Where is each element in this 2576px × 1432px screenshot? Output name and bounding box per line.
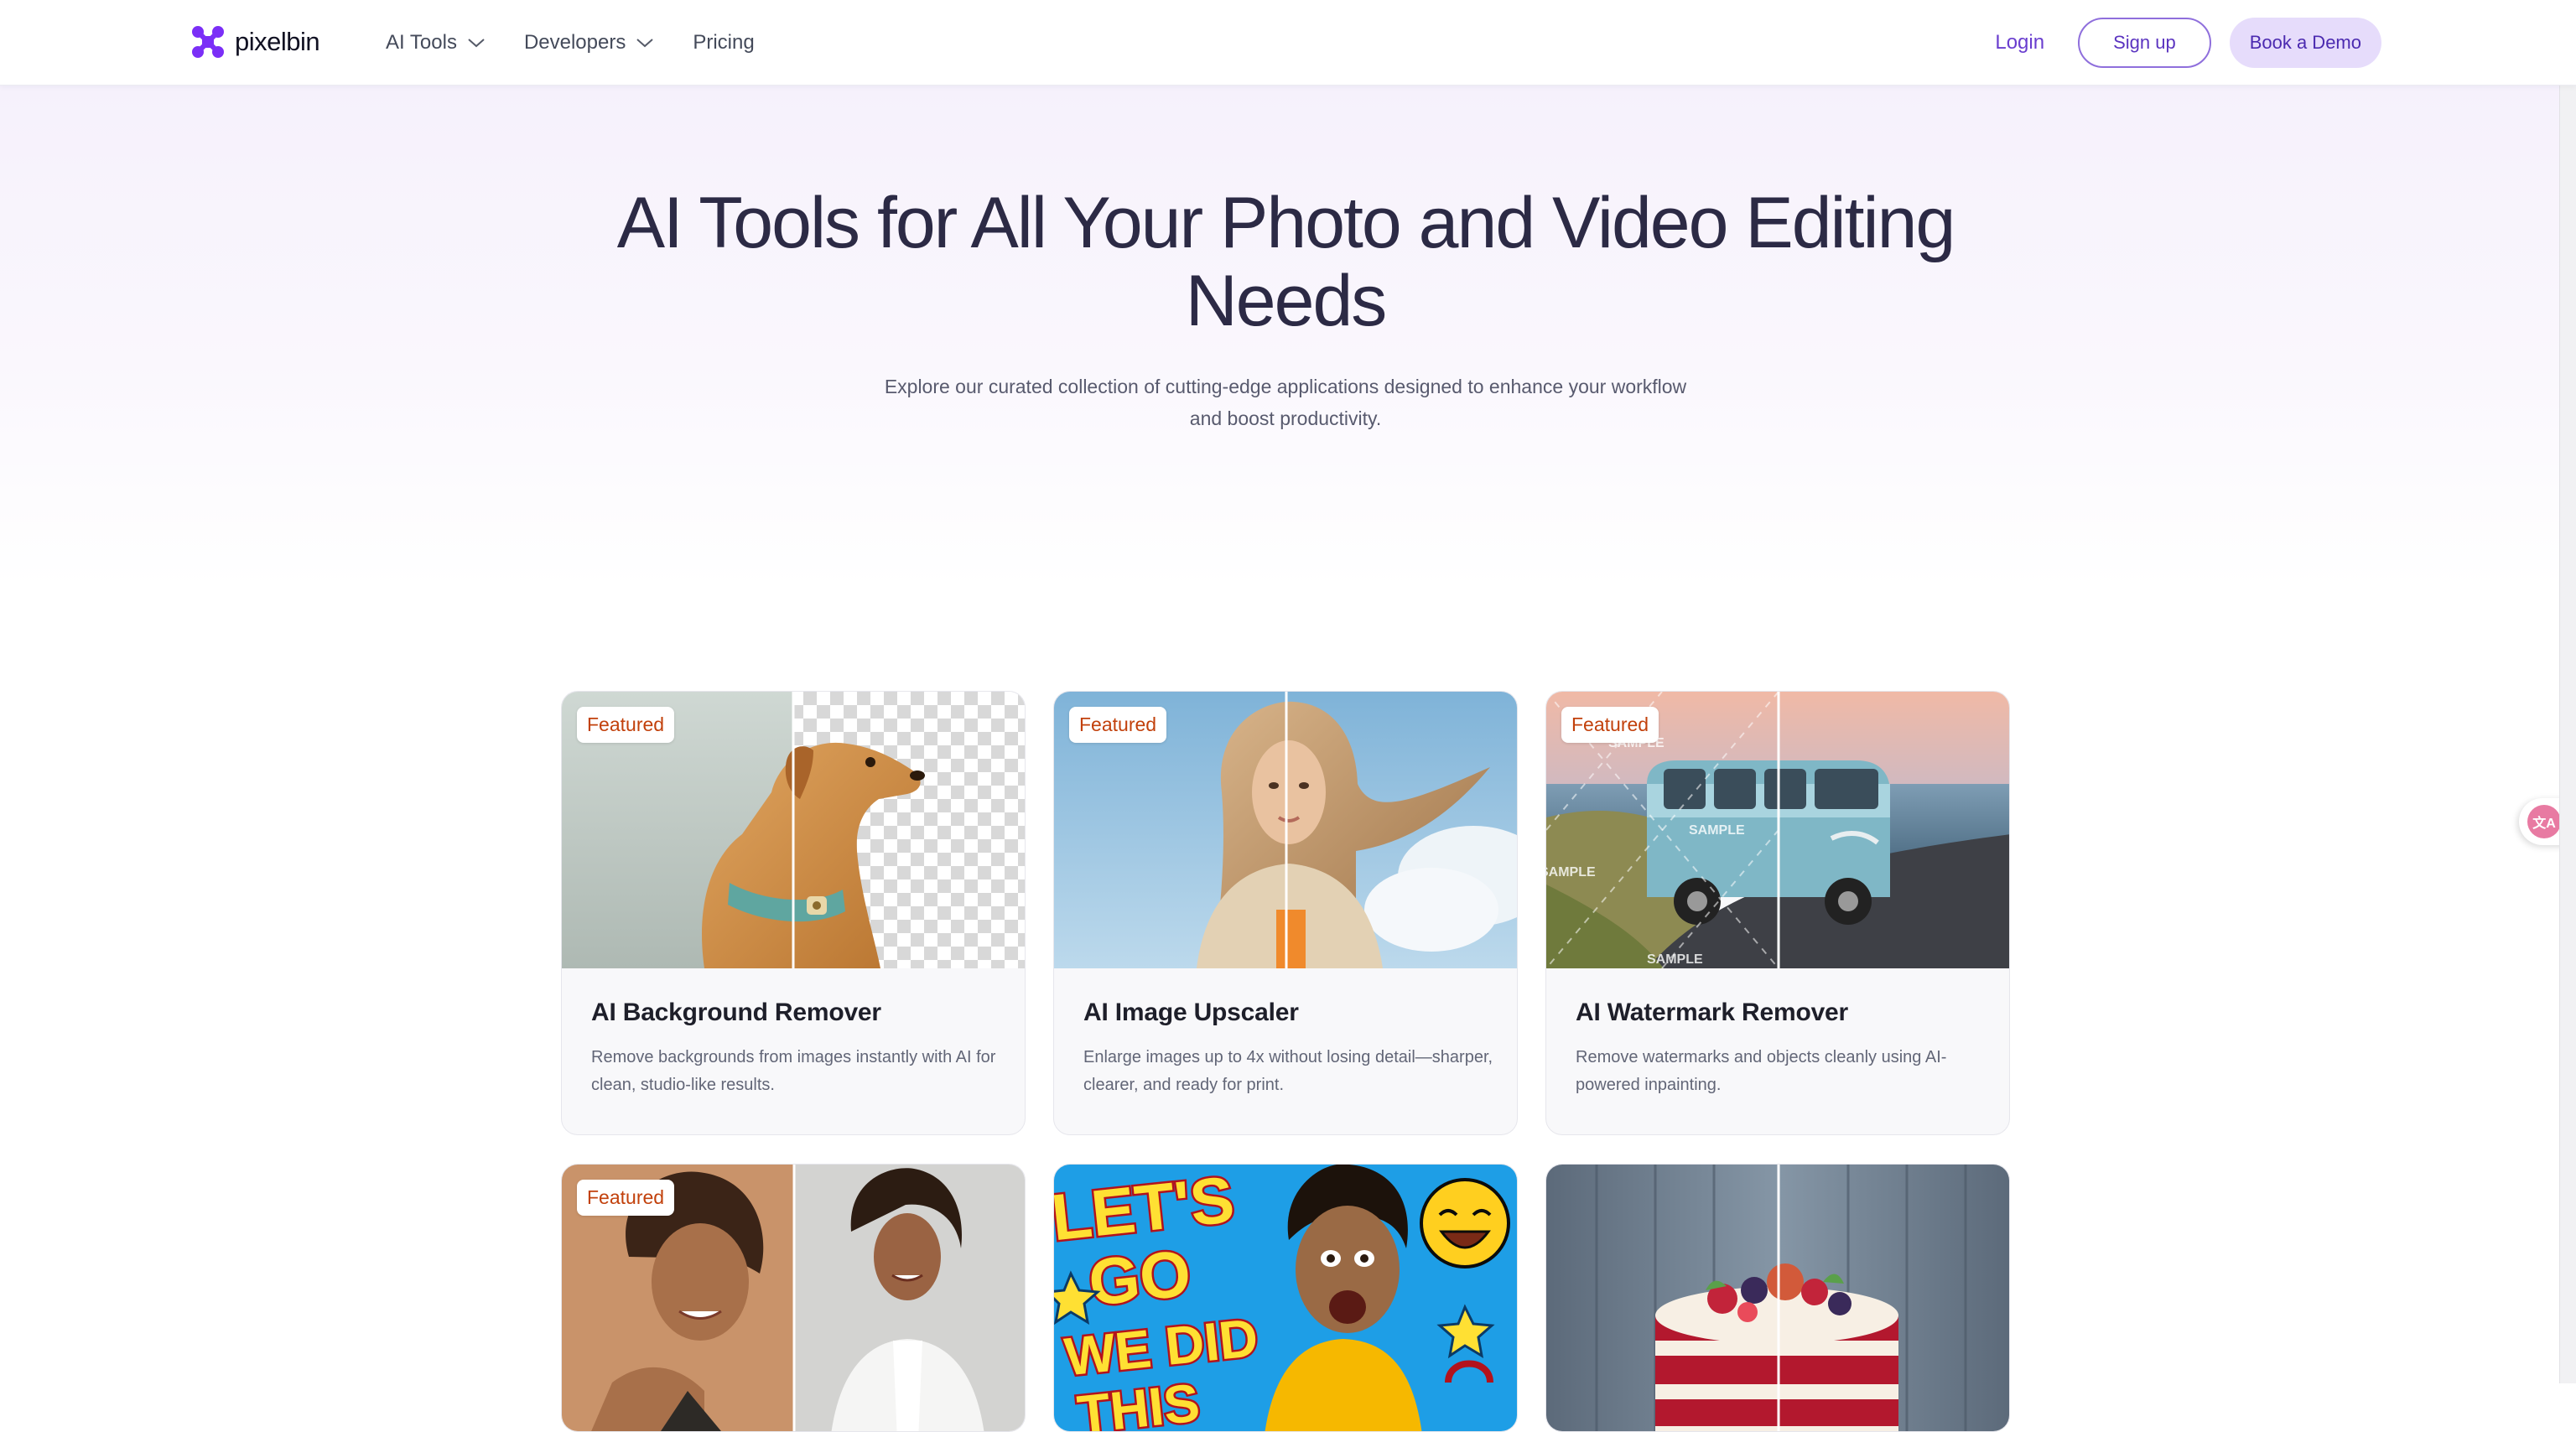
- page-subtitle: Explore our curated collection of cuttin…: [852, 371, 1719, 434]
- book-demo-button[interactable]: Book a Demo: [2229, 18, 2381, 68]
- thumbnail-text: GO: [1085, 1236, 1194, 1320]
- portrait-preview-image: Featured: [562, 1165, 1025, 1431]
- nav-developers-label: Developers: [523, 31, 626, 54]
- thumbnail-preview-image: LET'S GO WE DID THIS: [1054, 1165, 1517, 1431]
- page-subtitle-line-2: and boost productivity.: [1189, 407, 1382, 429]
- logo[interactable]: pixelbin: [191, 25, 320, 59]
- featured-badge: Featured: [577, 1180, 675, 1216]
- nav-pricing-label: Pricing: [693, 31, 755, 54]
- translate-icon: 文A: [2527, 805, 2561, 838]
- nav-developers[interactable]: Developers: [524, 31, 654, 54]
- hero-section: AI Tools for All Your Photo and Video Ed…: [0, 86, 2576, 589]
- chevron-down-icon: [636, 39, 654, 48]
- login-link[interactable]: Login: [1980, 31, 2059, 54]
- card-description: Remove backgrounds from images instantly…: [591, 1048, 996, 1094]
- featured-badge: Featured: [577, 707, 675, 743]
- page-title-line-2: Needs: [1185, 261, 1388, 341]
- card-title: AI Image Upscaler: [1083, 999, 1299, 1026]
- nav-ai-tools-label: AI Tools: [386, 31, 457, 54]
- page-title-line-1: AI Tools for All Your Photo and Video Ed…: [616, 183, 1956, 263]
- pixelbin-logo-icon: [192, 26, 224, 58]
- card-description: Enlarge images up to 4x without losing d…: [1083, 1048, 1493, 1094]
- tool-card-image-upscaler[interactable]: Featured AI Image Upscaler Enlarge image…: [1053, 691, 1518, 1135]
- featured-badge: Featured: [1069, 707, 1167, 743]
- tool-card-food[interactable]: [1545, 1164, 2010, 1432]
- site-header: pixelbin AI Tools Developers Pricing Log…: [0, 0, 2576, 86]
- image-upscaler-preview-image: Featured: [1054, 692, 1517, 968]
- food-preview-image: [1546, 1165, 2009, 1431]
- tool-card-watermark-remover[interactable]: SAMPLE SAMPLE SAMPLE SAMPLE Featured AI …: [1545, 691, 2010, 1135]
- watermark-text: SAMPLE: [1546, 865, 1596, 879]
- page-subtitle-line-1: Explore our curated collection of cuttin…: [884, 376, 1687, 397]
- signup-button[interactable]: Sign up: [2078, 18, 2211, 68]
- header-actions: Login Sign up Book a Demo: [1980, 18, 2381, 68]
- nav-pricing[interactable]: Pricing: [693, 31, 754, 54]
- page-title: AI Tools for All Your Photo and Video Ed…: [449, 184, 2122, 340]
- logo-text: pixelbin: [235, 27, 320, 56]
- watermark-remover-preview-image: SAMPLE SAMPLE SAMPLE SAMPLE Featured: [1546, 692, 2009, 968]
- featured-badge: Featured: [1561, 707, 1659, 743]
- card-title: AI Background Remover: [591, 999, 881, 1026]
- card-description: Remove watermarks and objects cleanly us…: [1576, 1048, 1947, 1094]
- background-remover-preview-image: Featured: [562, 692, 1025, 968]
- tool-card-portrait[interactable]: Featured: [561, 1164, 1026, 1432]
- card-title: AI Watermark Remover: [1576, 999, 1849, 1026]
- main-nav: AI Tools Developers Pricing: [386, 0, 755, 86]
- watermark-text: SAMPLE: [1647, 952, 1703, 967]
- nav-ai-tools[interactable]: AI Tools: [386, 31, 486, 54]
- chevron-down-icon: [468, 39, 485, 48]
- tool-card-background-remover[interactable]: Featured AI Background Remover Remove ba…: [561, 691, 1026, 1135]
- tool-card-thumbnail[interactable]: LET'S GO WE DID THIS: [1053, 1164, 1518, 1432]
- watermark-text: SAMPLE: [1689, 823, 1745, 838]
- page-scrollbar[interactable]: [2559, 0, 2576, 1383]
